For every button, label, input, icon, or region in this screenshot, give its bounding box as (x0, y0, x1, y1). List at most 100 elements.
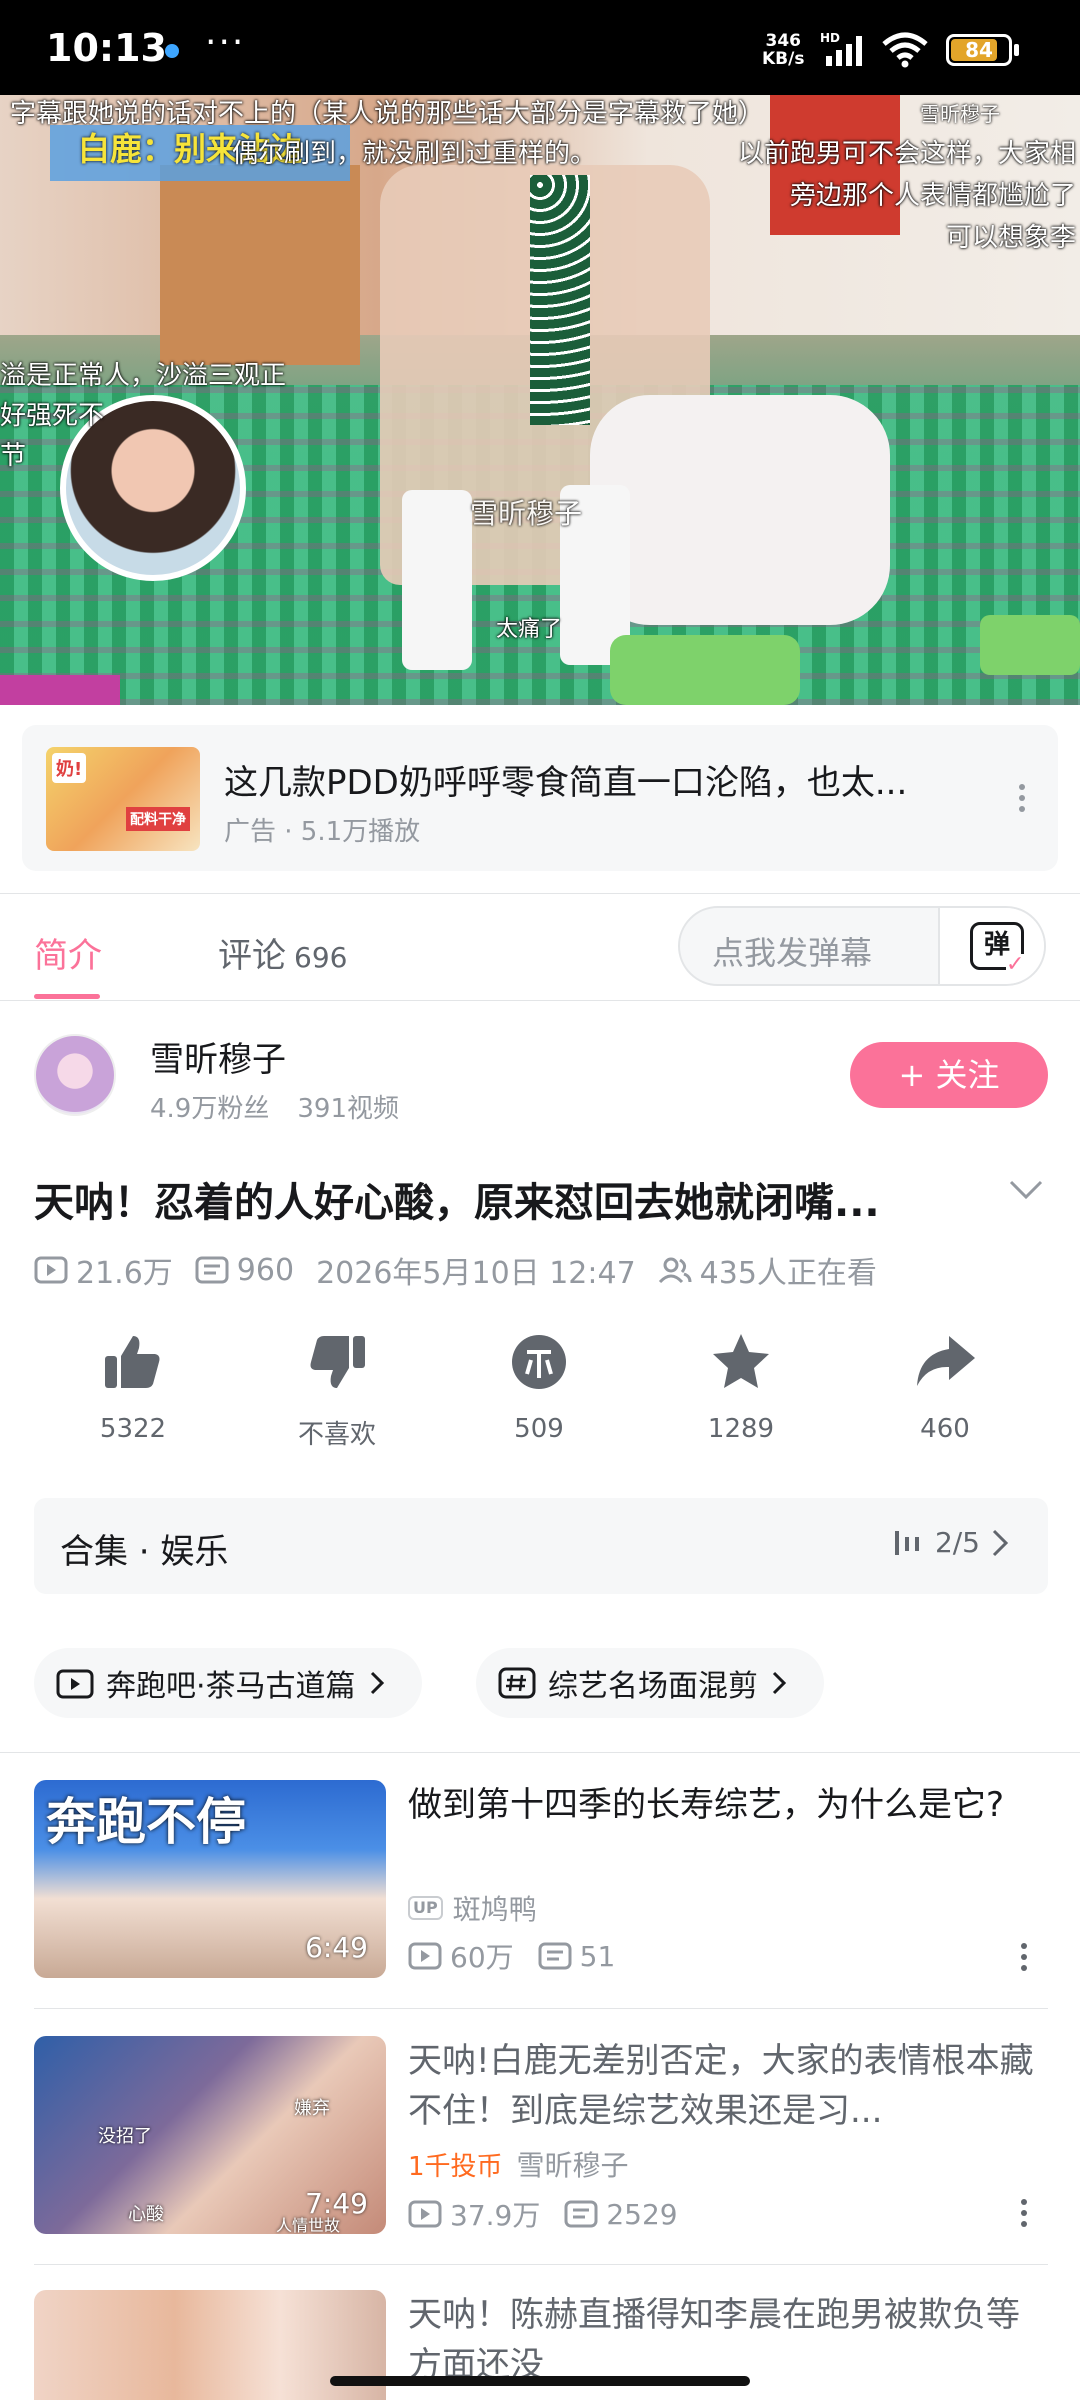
related-video-title[interactable]: 天呐！陈赫直播得知李晨在跑男被欺负等方面还没 (408, 2290, 1048, 2390)
uploader-stats: 4.9万粉丝 391视频 (150, 1088, 399, 1125)
chevron-down-icon[interactable] (1008, 1178, 1044, 1202)
ad-thumbnail[interactable]: 奶! 配料干净 (46, 747, 200, 851)
video-series-icon (56, 1669, 94, 1699)
share-arrow-icon (917, 1336, 975, 1386)
ad-card[interactable]: 奶! 配料干净 这几款PDD奶呼呼零食简直一口沦陷，也太... 广告 · 5.1… (22, 725, 1058, 871)
viewers-icon (658, 1257, 692, 1284)
divider (0, 893, 1080, 894)
divider (34, 2264, 1048, 2265)
video-scene-sock-left (402, 490, 472, 670)
related-video-thumbnail[interactable]: 奔跑不停 6:49 (34, 1780, 386, 1978)
dislike-button[interactable]: 不喜欢 (262, 1330, 412, 1451)
caption-bottom: 太痛了 (496, 617, 563, 642)
related-play-count: 60万 (450, 1941, 514, 1974)
related-video-thumbnail[interactable]: 没招了 嫌弃 心酸 人情世故 7:49 (34, 2036, 386, 2234)
tag-topic-label: 综艺名场面混剪 (548, 1669, 758, 1704)
more-notifications-icon: ··· (205, 22, 246, 63)
live-viewers: 435人正在看 (699, 1256, 877, 1291)
danmaku-toggle-button[interactable]: 弹 ✓ (938, 908, 1044, 984)
avatar[interactable] (34, 1034, 116, 1116)
related-uploader-name: 雪昕穆子 (516, 2149, 629, 2182)
coin-count: 509 (514, 1414, 564, 1444)
battery-tip (1014, 44, 1019, 56)
video-scene-block-pink (0, 675, 120, 705)
collection-bar[interactable]: 合集 · 娱乐 2/5 (34, 1498, 1048, 1594)
video-scene-scarf (530, 175, 590, 425)
play-count: 21.6万 (76, 1256, 173, 1291)
video-duration: 6:49 (305, 1931, 368, 1964)
battery-level: 84 (965, 38, 993, 62)
publish-date: 2026年5月10日 12:47 (316, 1256, 636, 1291)
dislike-label: 不喜欢 (297, 1420, 376, 1450)
more-options-icon[interactable] (1020, 1942, 1028, 1972)
coin-badge: 1千投币 (408, 2151, 503, 2182)
thumbs-up-icon (105, 1336, 160, 1388)
notification-dot-icon (165, 44, 179, 58)
video-scene-block-right (980, 615, 1080, 675)
tag-series-label: 奔跑吧·茶马古道篇 (106, 1669, 356, 1704)
status-time: 10:13 (46, 26, 167, 70)
video-scene-block (610, 635, 800, 705)
up-badge: UP (408, 1896, 443, 1920)
chevron-right-icon (370, 1671, 384, 1695)
thumb-label: 没招了 (98, 2126, 152, 2147)
danmaku-placeholder: 点我发弹幕 (712, 934, 873, 972)
tag-series[interactable]: 奔跑吧·茶马古道篇 (34, 1648, 422, 1718)
caption-left-3: 节 (0, 441, 27, 471)
check-icon: ✓ (1006, 954, 1028, 976)
caption-watermark-center: 雪昕穆子 (470, 497, 583, 530)
favorite-count: 1289 (707, 1414, 775, 1444)
related-video-meta: 60万 51 (408, 1936, 615, 1976)
more-options-icon[interactable] (1020, 2198, 1028, 2228)
hashtag-icon (498, 1667, 536, 1699)
caption-watermark-top: 雪昕穆子 (920, 102, 1000, 126)
related-danmaku-count: 2529 (606, 2197, 678, 2231)
favorite-button[interactable]: 1289 (666, 1330, 816, 1444)
uploader-video-count: 391视频 (297, 1094, 399, 1124)
caption-right-2: 旁边那个人表情都尴尬了 (789, 181, 1076, 211)
like-count: 5322 (99, 1414, 167, 1444)
coin-button[interactable]: 509 (464, 1330, 614, 1444)
ad-thumb-tag: 奶! (52, 753, 87, 783)
tab-intro[interactable]: 简介 (34, 928, 102, 977)
caption-left-2: 好强死不 (0, 401, 105, 431)
tab-comments-count: 696 (294, 941, 348, 974)
related-uploader-name: 斑鸠鸭 (452, 1893, 537, 1926)
more-options-icon[interactable] (1018, 783, 1026, 813)
network-speed-unit: KB/s (762, 49, 805, 69)
thumb-label: 嫌弃 (294, 2098, 330, 2119)
ad-title[interactable]: 这几款PDD奶呼呼零食简直一口沦陷，也太... (224, 755, 907, 804)
tab-comments[interactable]: 评论 696 (218, 928, 347, 977)
network-type-label: HD (820, 31, 840, 45)
danmaku-count: 960 (236, 1252, 295, 1288)
uploader-name[interactable]: 雪昕穆子 (150, 1032, 286, 1081)
collection-title: 合集 · 娱乐 (60, 1532, 229, 1572)
video-meta: 21.6万 960 2026年5月10日 12:47 435人正在看 (34, 1248, 877, 1292)
related-video-title[interactable]: 做到第十四季的长寿综艺，为什么是它? (408, 1780, 1048, 1830)
related-video-title[interactable]: 天呐!白鹿无差别否定，大家的表情根本藏不住！到底是综艺效果还是习... (408, 2036, 1048, 2140)
related-video-uploader: 1千投币 雪昕穆子 (408, 2144, 629, 2184)
tag-topic[interactable]: 综艺名场面混剪 (476, 1648, 824, 1718)
share-count: 460 (920, 1414, 970, 1444)
tab-comments-label: 评论 (218, 936, 286, 976)
like-button[interactable]: 5322 (58, 1330, 208, 1444)
play-count-icon (34, 1256, 68, 1284)
danmaku-input[interactable]: 点我发弹幕 弹 ✓ (678, 906, 1046, 986)
coin-icon (512, 1335, 566, 1389)
danmaku-count-icon (538, 1942, 572, 1970)
divider (0, 1752, 1080, 1753)
related-danmaku-count: 51 (579, 1939, 616, 1973)
caption-right-3: 可以想象李 (945, 223, 1076, 253)
share-button[interactable]: 460 (870, 1330, 1020, 1444)
video-player[interactable]: 字幕跟她说的话对不上的（某人说的那些话大部分是字幕救了她） 白鹿：别来沾边 偶尔… (0, 95, 1080, 705)
chevron-right-icon (772, 1671, 787, 1695)
ad-thumb-tag-secondary: 配料干净 (126, 807, 190, 831)
status-bar: 10:13 ··· 346 KB/s HD 84 (0, 0, 1080, 95)
thumb-label: 心酸 (128, 2204, 164, 2225)
collection-progress: 2/5 (893, 1526, 1024, 1559)
follow-button[interactable]: + 关注 (850, 1042, 1048, 1108)
battery-icon: 84 (946, 34, 1012, 66)
playlist-bars-icon (894, 1530, 919, 1555)
related-video-uploader: UP 斑鸠鸭 (408, 1888, 537, 1928)
home-indicator[interactable] (330, 2376, 750, 2386)
